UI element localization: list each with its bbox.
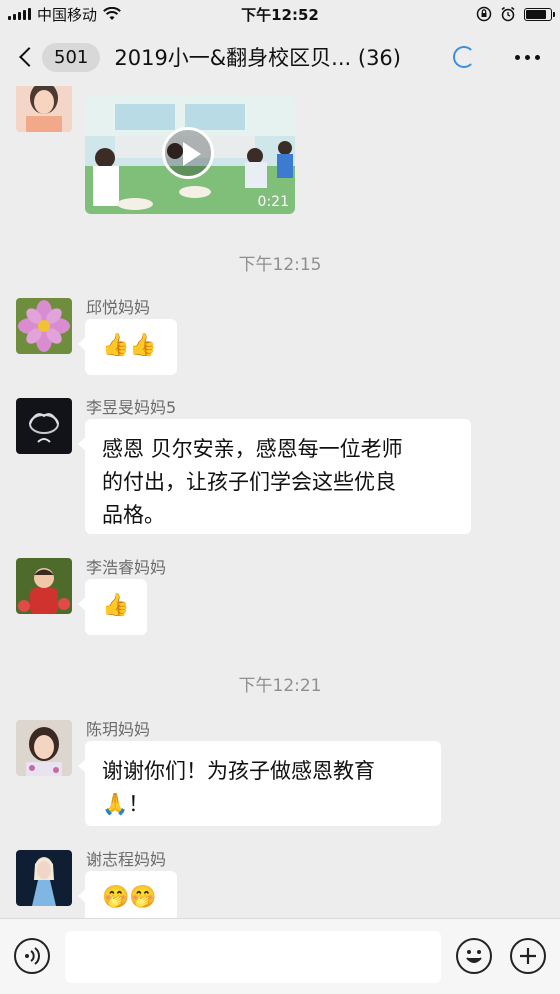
status-time: 下午12:52 xyxy=(241,5,319,24)
message-text-line: 的付出，让孩子们学会这些优良 xyxy=(102,470,396,494)
message-input[interactable] xyxy=(65,931,441,983)
voice-button[interactable] xyxy=(14,938,50,974)
status-bar: 中国移动 下午12:52 xyxy=(0,0,560,28)
battery-fill xyxy=(526,9,547,19)
unread-count-badge: 501 xyxy=(42,42,101,72)
chat-title: 2019小一&翻身校区贝... (36) xyxy=(114,46,401,70)
dot xyxy=(515,54,520,60)
avatar[interactable] xyxy=(16,398,72,454)
sender-name: 陈玥妈妈 xyxy=(86,720,151,739)
sender-name: 邱悦妈妈 xyxy=(86,298,151,317)
alarm-icon xyxy=(501,6,515,22)
emoji-icon xyxy=(466,950,482,963)
voice-icon xyxy=(25,947,40,965)
more-options-button[interactable] xyxy=(509,49,546,66)
message-text-line: 谢谢你们！为孩子做感恩教育 xyxy=(102,759,375,783)
chat-header: 501 2019小一&翻身校区贝... (36) xyxy=(0,28,560,86)
message-text: 👍 xyxy=(102,593,130,618)
sender-name: 谢志程妈妈 xyxy=(86,850,167,869)
chevron-left-icon xyxy=(19,47,39,67)
sender-name: 李昱旻妈妈5 xyxy=(86,398,177,417)
avatar[interactable] xyxy=(16,86,72,132)
message-text: 🤭🤭 xyxy=(102,885,157,910)
message-bubble[interactable]: 谢谢你们！为孩子做感恩教育 🙏！ xyxy=(78,741,441,826)
input-bar xyxy=(0,918,560,994)
message-text-line: 感恩 贝尔安亲，感恩每一位老师 xyxy=(102,437,403,461)
video-message[interactable]: 0:21 xyxy=(85,96,295,214)
back-button[interactable]: 501 xyxy=(14,42,101,72)
orientation-lock-icon xyxy=(476,6,492,22)
signal-strength-icon xyxy=(8,8,31,20)
message-bubble[interactable]: 👍👍 xyxy=(78,319,177,375)
avatar[interactable] xyxy=(16,558,72,614)
plus-icon xyxy=(520,948,536,964)
sender-name: 李浩睿妈妈 xyxy=(86,558,167,577)
status-left: 中国移动 xyxy=(8,4,208,25)
message-bubble[interactable]: 🤭🤭 xyxy=(78,871,177,918)
wifi-icon xyxy=(103,7,121,20)
avatar[interactable] xyxy=(16,850,72,906)
video-duration: 0:21 xyxy=(257,194,289,210)
loading-spinner-icon xyxy=(453,46,475,68)
play-icon[interactable] xyxy=(162,127,214,179)
more-functions-button[interactable] xyxy=(510,938,546,974)
time-divider: 下午12:21 xyxy=(238,676,322,696)
carrier-label: 中国移动 xyxy=(37,5,98,24)
message-list[interactable]: 0:21 下午12:15 邱悦妈妈 👍👍 李昱旻妈妈5 感恩 贝尔安亲，感恩每一… xyxy=(0,86,560,918)
message-bubble[interactable]: 感恩 贝尔安亲，感恩每一位老师 的付出，让孩子们学会这些优良 品格。 xyxy=(78,419,471,534)
emoji-button[interactable] xyxy=(456,938,492,974)
dot xyxy=(525,54,530,60)
message-text-line: 🙏！ xyxy=(102,792,150,816)
message-bubble[interactable]: 👍 xyxy=(78,579,147,635)
time-divider: 下午12:15 xyxy=(238,255,322,275)
dot xyxy=(535,54,540,60)
status-right xyxy=(352,6,555,22)
message-text: 👍👍 xyxy=(102,333,157,358)
avatar[interactable] xyxy=(16,298,72,354)
message-text-line: 品格。 xyxy=(102,503,165,527)
avatar[interactable] xyxy=(16,720,72,776)
battery-icon xyxy=(524,7,555,21)
